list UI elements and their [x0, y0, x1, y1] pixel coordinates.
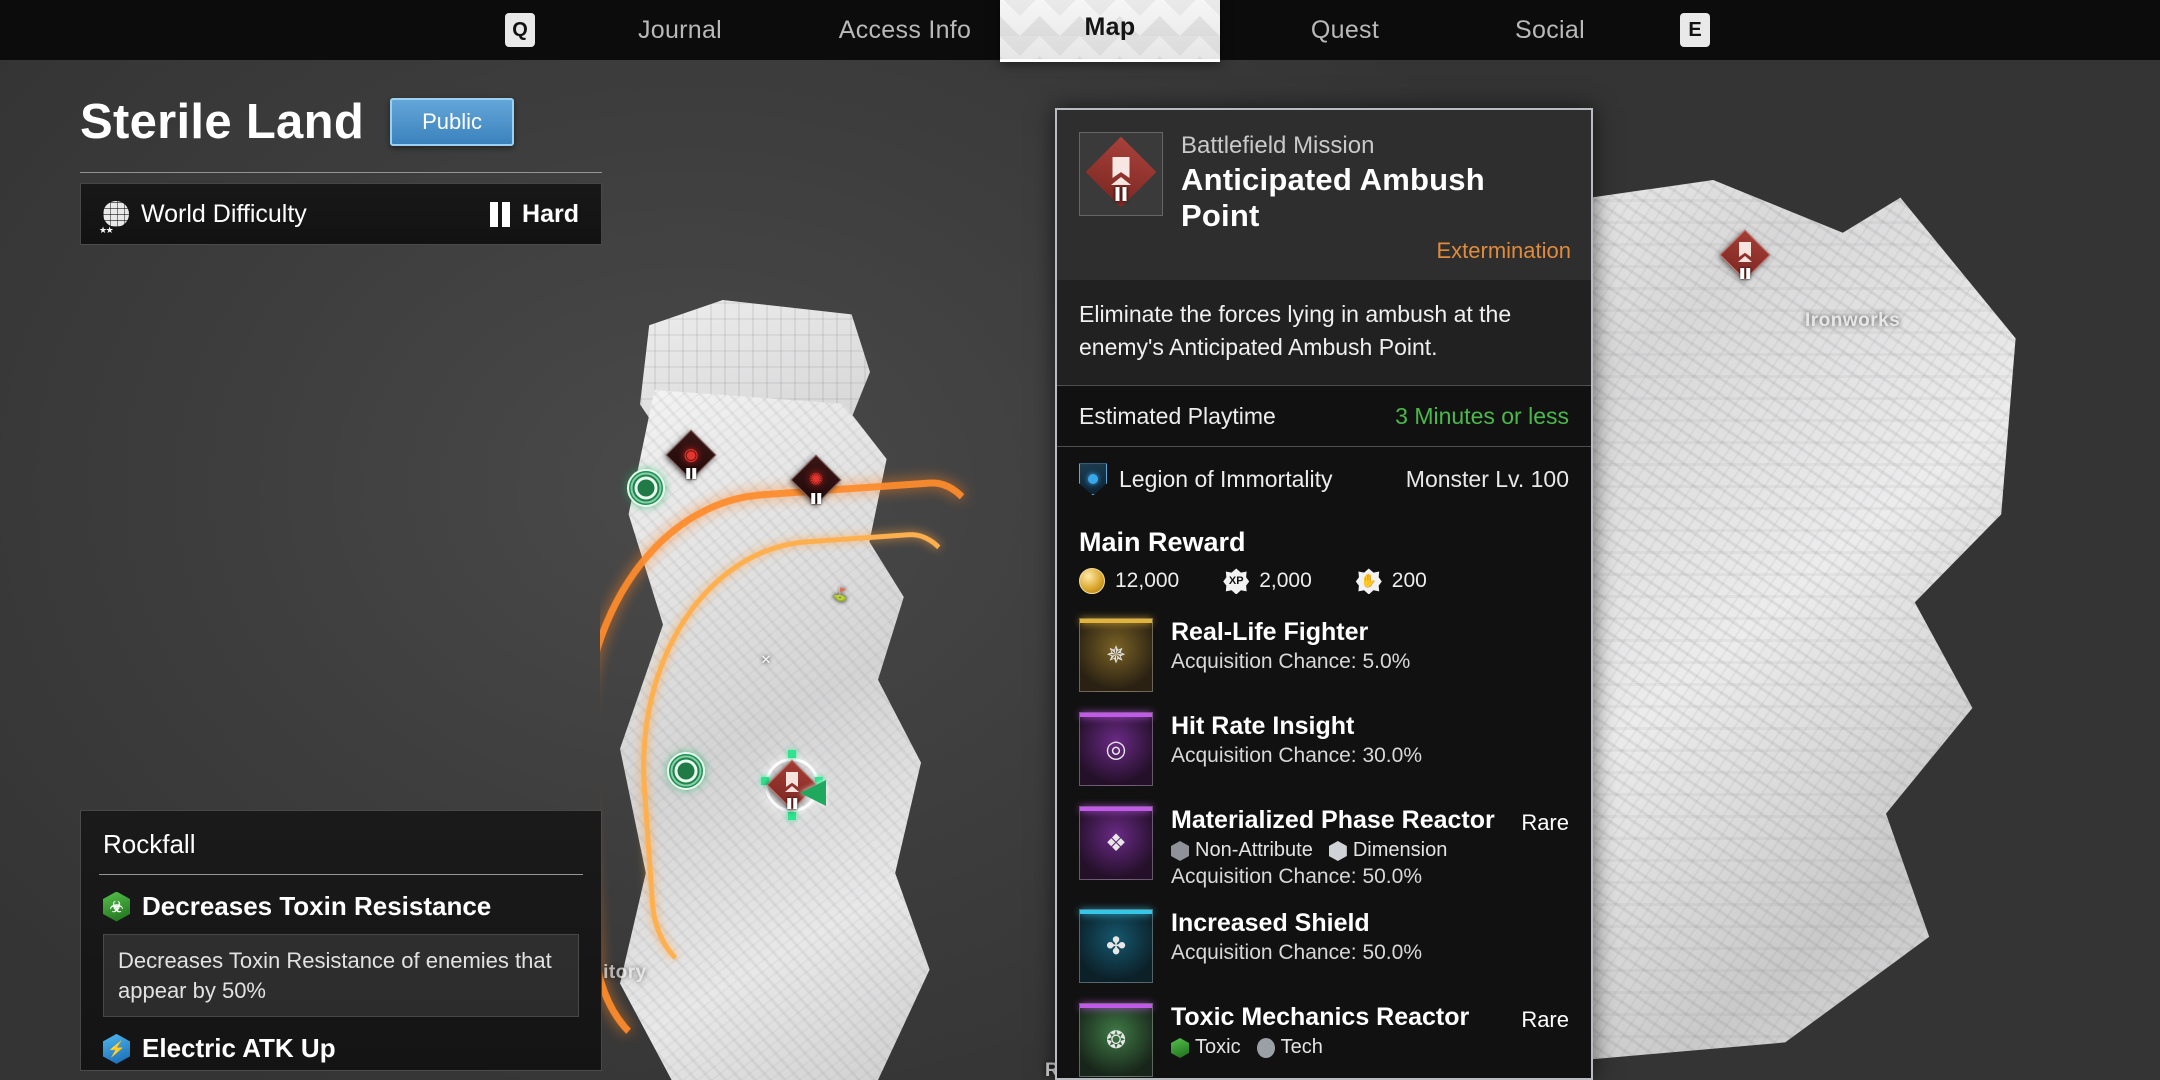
world-difficulty-label-group: World Difficulty: [99, 199, 307, 237]
map-marker-objective-west[interactable]: [624, 466, 668, 510]
tab-access-info[interactable]: Access Info: [800, 0, 1010, 60]
region-buff-name: Electric ATK Up: [142, 1033, 336, 1064]
map-marker-enemy-west-2[interactable]: ✺: [790, 454, 842, 506]
mission-detail-panel: Battlefield Mission Anticipated Ambush P…: [1055, 108, 1593, 1080]
mission-title: Anticipated Ambush Point: [1181, 162, 1485, 233]
estimated-playtime-value: 3 Minutes or less: [1395, 402, 1569, 429]
region-buff-name: Decreases Toxin Resistance: [142, 891, 492, 921]
reward-item-attributes: Toxic Tech: [1171, 1036, 1503, 1059]
dimension-icon: [1328, 840, 1347, 861]
reward-item-attr: Toxic: [1195, 1036, 1241, 1059]
difficulty-bars-icon: [490, 201, 511, 227]
globe-icon: [99, 201, 129, 236]
region-info-panel: Rockfall ☣ Decreases Toxin Resistance De…: [80, 810, 602, 1072]
tab-quest[interactable]: Quest: [1255, 0, 1435, 60]
world-difficulty-row[interactable]: World Difficulty Hard: [80, 183, 602, 245]
world-info-panel: Sterile Land Public World Difficulty Har…: [0, 60, 620, 245]
reward-item-name: Toxic Mechanics Reactor: [1171, 1003, 1470, 1032]
reward-item-rarity: Rare: [1521, 1007, 1569, 1033]
reward-item-attributes: Non-Attribute Dimension: [1171, 839, 1503, 862]
region-buff-header: ⚡ Electric ATK Up: [103, 1033, 579, 1064]
tab-journal[interactable]: Journal: [590, 0, 770, 60]
reward-item-chance: Acquisition Chance: 50.0%: [1171, 865, 1422, 889]
map-cursor: [800, 780, 826, 806]
faction-group: Legion of Immortality: [1079, 463, 1333, 496]
reward-item-name: Increased Shield: [1171, 909, 1370, 938]
reward-item[interactable]: ❂ Toxic Mechanics Reactor Toxic Tech Rar…: [1057, 993, 1591, 1078]
map-marker-objective-center[interactable]: [664, 749, 708, 793]
non-attribute-icon: [1171, 840, 1189, 861]
toxin-icon: ☣: [103, 891, 130, 922]
electric-icon: ⚡: [103, 1033, 130, 1064]
reward-item-name: Real-Life Fighter: [1171, 618, 1369, 647]
reward-item[interactable]: ❖ Materialized Phase Reactor Non-Attribu…: [1057, 796, 1591, 900]
map-label-ironworks: Ironworks: [1805, 310, 1901, 331]
faction-shield-icon: [1079, 463, 1107, 496]
map-poi-west: ⛳: [831, 587, 849, 602]
gold-coin-icon: [1079, 568, 1105, 595]
xp-icon: XP: [1223, 568, 1250, 595]
region-name: Rockfall: [103, 829, 196, 859]
reward-item-icon: ❖: [1079, 806, 1153, 881]
faction-row: Legion of Immortality Monster Lv. 100: [1057, 446, 1591, 512]
reward-item-chance: Acquisition Chance: 30.0%: [1171, 744, 1422, 768]
reward-item[interactable]: ◎ Hit Rate Insight Acquisition Chance: 3…: [1057, 702, 1591, 797]
mission-header: Battlefield Mission Anticipated Ambush P…: [1057, 110, 1591, 280]
reward-item-icon: ◎: [1079, 712, 1153, 787]
map-marker-enemy-west[interactable]: ◉: [665, 429, 717, 481]
currency-rewards: 12,000 XP 2,000 ✋ 200: [1057, 568, 1591, 609]
tab-social[interactable]: Social: [1460, 0, 1640, 60]
reward-item-rarity: Rare: [1521, 810, 1569, 836]
tech-icon: [1256, 1037, 1275, 1058]
public-toggle-button[interactable]: Public: [390, 98, 514, 146]
world-difficulty-value-group: Hard: [490, 200, 579, 229]
region-buff-item: ⚡ Electric ATK Up: [81, 1017, 601, 1064]
reward-item-attr: Dimension: [1352, 839, 1448, 862]
reward-item-attr: Tech: [1280, 1036, 1323, 1059]
toxic-icon: [1171, 1037, 1189, 1058]
mission-type-badge: Extermination: [1436, 238, 1571, 263]
page-title: Sterile Land: [80, 95, 365, 149]
region-buff-item: ☣ Decreases Toxin Resistance Decreases T…: [81, 875, 601, 1018]
key-hint-q[interactable]: Q: [505, 13, 535, 47]
region-buff-header: ☣ Decreases Toxin Resistance: [103, 891, 579, 922]
region-buff-description: Decreases Toxin Resistance of enemies th…: [103, 934, 579, 1018]
reward-item-chance: Acquisition Chance: 50.0%: [1171, 941, 1422, 965]
currency-xp-value: 2,000: [1259, 569, 1312, 593]
mission-kind: Battlefield Mission: [1181, 132, 1375, 159]
world-title-row: Sterile Land Public: [0, 60, 620, 150]
reward-item-icon: ✤: [1079, 909, 1153, 984]
faction-name: Legion of Immortality: [1119, 465, 1333, 492]
divider: [80, 172, 602, 173]
key-hint-e[interactable]: E: [1680, 13, 1710, 47]
reward-item-name: Hit Rate Insight: [1171, 712, 1355, 741]
reward-item-chance: Acquisition Chance: 5.0%: [1171, 650, 1411, 674]
map-poi-west-2: ✕: [760, 652, 772, 667]
currency-xp: XP 2,000: [1223, 568, 1312, 595]
estimated-playtime-row: Estimated Playtime 3 Minutes or less: [1057, 384, 1591, 447]
monster-level: Monster Lv. 100: [1405, 465, 1569, 492]
reward-item[interactable]: ✤ Increased Shield Acquisition Chance: 5…: [1057, 899, 1591, 994]
main-reward-heading: Main Reward: [1057, 511, 1591, 569]
estimated-playtime-label: Estimated Playtime: [1079, 402, 1276, 429]
top-navigation-bar[interactable]: Q Journal Access Info Map Quest Social E: [0, 0, 2160, 62]
currency-token-value: 200: [1391, 569, 1427, 593]
map-marker-mission-east-5[interactable]: [1719, 229, 1771, 281]
currency-gold: 12,000: [1079, 568, 1180, 595]
currency-token: ✋ 200: [1355, 568, 1427, 595]
battlefield-mission-icon: [1079, 132, 1163, 216]
reward-item-icon: ✵: [1079, 618, 1153, 693]
tab-map[interactable]: Map: [1000, 0, 1220, 62]
reward-item-name: Materialized Phase Reactor: [1171, 806, 1495, 835]
map-label-repository: sitory: [600, 962, 647, 983]
module-token-icon: ✋: [1355, 568, 1382, 595]
reward-item-icon: ❂: [1079, 1003, 1153, 1078]
reward-item-attr: Non-Attribute: [1195, 839, 1313, 862]
mission-description: Eliminate the forces lying in ambush at …: [1057, 280, 1591, 385]
reward-item[interactable]: ✵ Real-Life Fighter Acquisition Chance: …: [1057, 608, 1591, 703]
world-difficulty-label: World Difficulty: [141, 199, 307, 228]
world-difficulty-value: Hard: [522, 199, 579, 228]
currency-gold-value: 12,000: [1115, 569, 1180, 593]
